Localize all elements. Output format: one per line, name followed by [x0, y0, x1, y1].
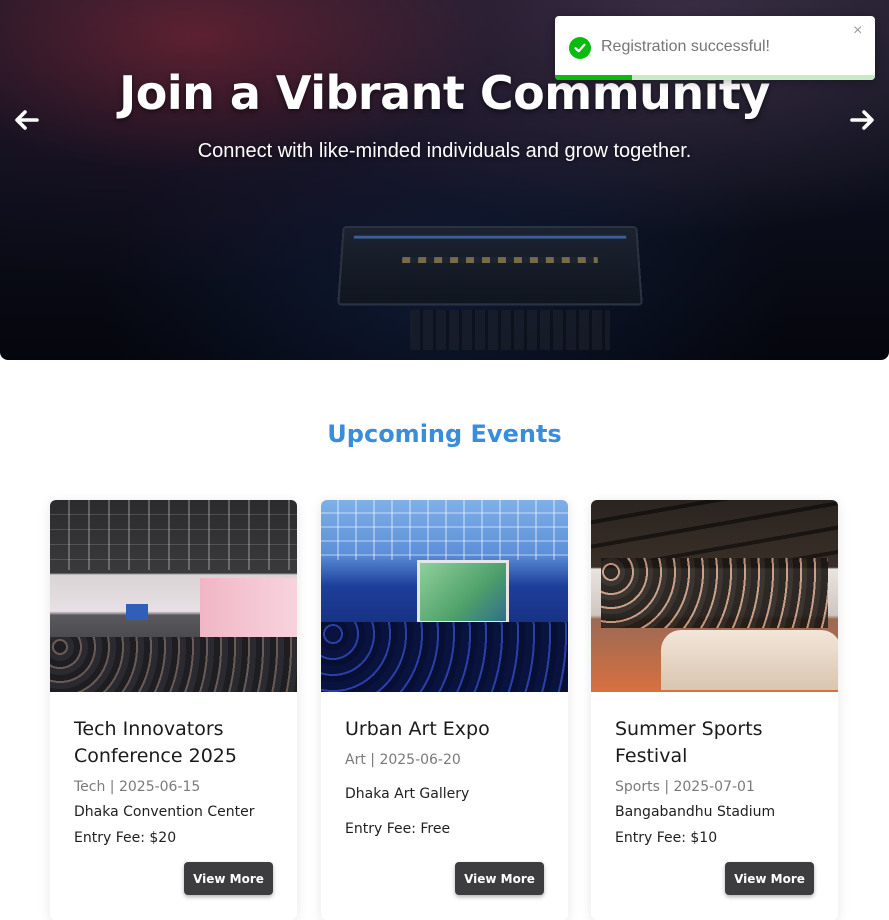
event-location: Bangabandhu Stadium — [615, 804, 814, 820]
event-title: Tech Innovators Conference 2025 — [74, 716, 273, 770]
toast-close-button[interactable]: × — [853, 22, 862, 40]
event-image-conference — [50, 500, 297, 692]
view-more-button[interactable]: View More — [725, 862, 814, 895]
event-location: Dhaka Convention Center — [74, 804, 273, 820]
hero-background-monitor — [337, 226, 643, 305]
arrow-right-icon — [850, 109, 876, 131]
event-image-sports-festival — [591, 500, 838, 692]
toast-message: Registration successful! — [601, 38, 770, 56]
event-meta: Sports | 2025-07-01 — [615, 779, 814, 795]
event-card: Urban Art Expo Art | 2025-06-20 Dhaka Ar… — [321, 500, 568, 920]
hero-background-console — [410, 310, 610, 350]
arrow-left-icon — [13, 109, 39, 131]
event-meta: Art | 2025-06-20 — [345, 752, 544, 768]
toast-progress-bar — [555, 75, 632, 80]
event-title: Urban Art Expo — [345, 716, 544, 743]
view-more-button[interactable]: View More — [184, 862, 273, 895]
section-title: Upcoming Events — [0, 420, 889, 448]
event-fee: Entry Fee: Free — [345, 821, 544, 837]
check-circle-icon — [569, 37, 591, 59]
event-card: Tech Innovators Conference 2025 Tech | 2… — [50, 500, 297, 920]
event-location: Dhaka Art Gallery — [345, 786, 544, 802]
event-card: Summer Sports Festival Sports | 2025-07-… — [591, 500, 838, 920]
event-fee: Entry Fee: $10 — [615, 830, 814, 846]
hero-subtitle: Connect with like-minded individuals and… — [0, 140, 889, 163]
event-title: Summer Sports Festival — [615, 716, 814, 770]
success-toast[interactable]: Registration successful! × — [555, 16, 875, 80]
toast-progress-track — [555, 75, 875, 80]
event-image-art-expo — [321, 500, 568, 692]
view-more-button[interactable]: View More — [455, 862, 544, 895]
event-fee: Entry Fee: $20 — [74, 830, 273, 846]
event-meta: Tech | 2025-06-15 — [74, 779, 273, 795]
carousel-prev-button[interactable] — [10, 104, 42, 136]
carousel-next-button[interactable] — [847, 104, 879, 136]
